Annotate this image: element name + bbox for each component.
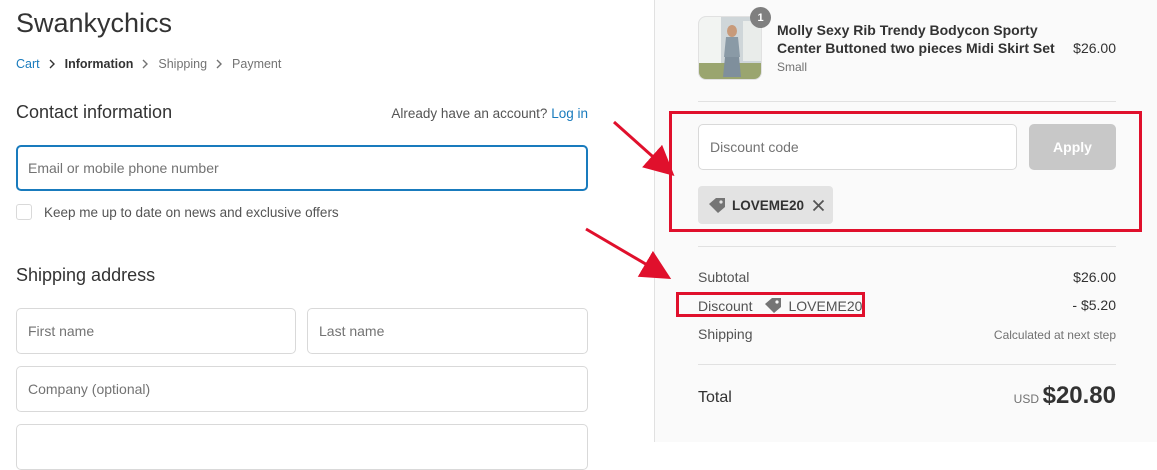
shipping-value: Calculated at next step (993, 328, 1116, 342)
applied-code-label: LOVEME20 (732, 197, 805, 213)
breadcrumb: Cart Information Shipping Payment (16, 57, 281, 71)
breadcrumb-shipping: Shipping (158, 57, 208, 71)
shipping-label: Shipping (698, 326, 753, 342)
newsletter-checkbox[interactable] (16, 204, 32, 220)
close-icon[interactable] (812, 199, 825, 212)
last-name-field[interactable]: Last name (307, 308, 588, 354)
total-label: Total (698, 389, 732, 406)
contact-title: Contact information (16, 102, 173, 122)
total-value: $20.80 (1042, 382, 1116, 409)
first-name-placeholder: First name (28, 323, 95, 339)
breadcrumb-payment: Payment (232, 57, 282, 71)
newsletter-label: Keep me up to date on news and exclusive… (44, 204, 339, 220)
chevron-right-icon (142, 59, 149, 69)
divider (698, 246, 1116, 247)
subtotal-label: Subtotal (698, 269, 750, 285)
newsletter-option[interactable]: Keep me up to date on news and exclusive… (16, 204, 339, 220)
login-link[interactable]: Log in (551, 106, 588, 121)
product-name: Molly Sexy Rib Trendy Bodycon Sporty Cen… (777, 22, 1055, 56)
breadcrumb-information: Information (64, 57, 134, 71)
account-prompt-text: Already have an account? (391, 106, 548, 121)
account-prompt: Already have an account? Log in (391, 106, 588, 121)
first-name-field[interactable]: First name (16, 308, 296, 354)
discount-value: - $5.20 (1072, 297, 1116, 313)
tag-icon (765, 298, 782, 313)
product-variant: Small (777, 60, 808, 74)
currency-code: USD (1013, 392, 1039, 406)
divider (698, 364, 1116, 365)
discount-label: Discount (698, 297, 753, 314)
discount-row-label: Discount LOVEME20 (698, 297, 862, 314)
chevron-right-icon (216, 59, 223, 69)
store-logo[interactable]: Swankychics (16, 8, 172, 39)
last-name-placeholder: Last name (319, 323, 385, 339)
checkout-main: Swankychics Cart Information Shipping Pa… (0, 0, 654, 470)
discount-placeholder: Discount code (710, 139, 799, 155)
subtotal-value: $26.00 (1073, 269, 1116, 285)
company-placeholder: Company (optional) (28, 381, 151, 397)
tag-icon (708, 197, 727, 214)
email-field[interactable]: Email or mobile phone number (16, 145, 588, 191)
email-placeholder: Email or mobile phone number (28, 160, 219, 176)
company-field[interactable]: Company (optional) (16, 366, 588, 412)
applied-discount-tag: LOVEME20 (698, 186, 834, 224)
product-price: $26.00 (1073, 40, 1116, 56)
divider (698, 101, 1116, 102)
chevron-right-icon (49, 59, 56, 69)
shipping-title: Shipping address (16, 265, 156, 285)
apply-button[interactable]: Apply (1029, 124, 1116, 170)
quantity-badge: 1 (750, 7, 771, 28)
discount-code-input[interactable]: Discount code (698, 124, 1017, 170)
discount-code-text: LOVEME20 (788, 297, 863, 314)
discount-code-display: LOVEME20 (764, 297, 862, 314)
address-field[interactable] (16, 424, 588, 470)
product-thumbnail (698, 16, 762, 80)
breadcrumb-cart[interactable]: Cart (16, 57, 40, 71)
